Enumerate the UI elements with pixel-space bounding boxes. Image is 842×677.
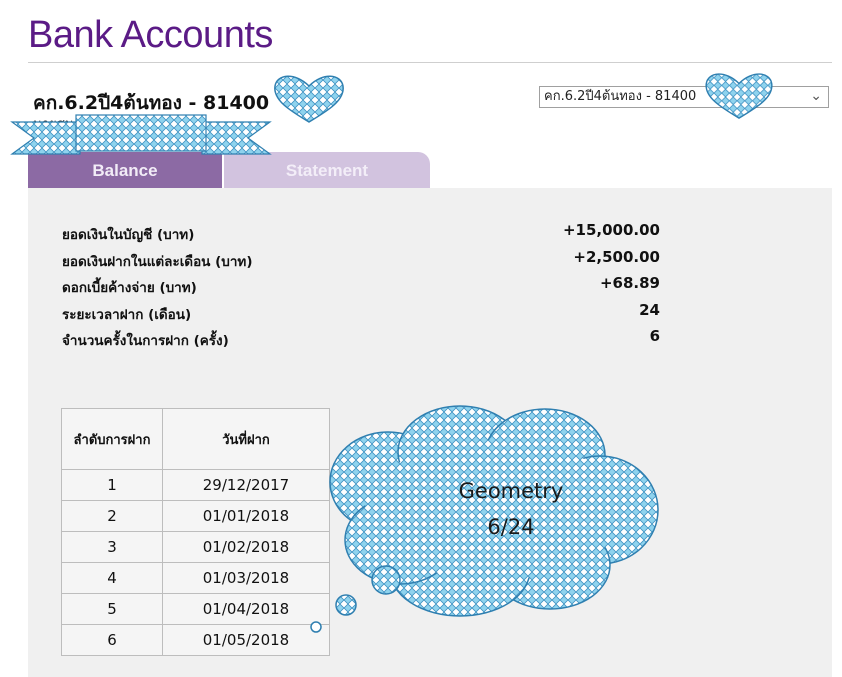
table-row: 5 01/04/2018 <box>61 593 330 625</box>
table-row: 3 01/02/2018 <box>61 531 330 563</box>
deposit-order: 5 <box>61 593 163 625</box>
heart-sticker <box>274 75 344 123</box>
balance-value-monthly: +2,500.00 <box>573 248 660 266</box>
balance-label-account: ยอดเงินในบัญชี (บาท) <box>62 227 195 243</box>
table-row: 2 01/01/2018 <box>61 500 330 532</box>
balance-value-interest: +68.89 <box>599 274 660 292</box>
callout-line-1: Geometry <box>459 479 564 503</box>
page-title: Bank Accounts <box>28 14 273 56</box>
balance-value-count: 6 <box>649 327 660 345</box>
balance-label-monthly: ยอดเงินฝากในแต่ละเดือน (บาท) <box>62 254 253 270</box>
table-row: 4 01/03/2018 <box>61 562 330 594</box>
deposit-order: 3 <box>61 531 163 563</box>
ribbon-sticker <box>10 114 272 155</box>
table-row: 1 29/12/2017 <box>61 469 330 501</box>
deposit-order: 4 <box>61 562 163 594</box>
balance-label-period: ระยะเวลาฝาก (เดือน) <box>62 307 192 323</box>
chevron-down-icon[interactable]: ⌄ <box>810 86 822 106</box>
heart-sticker <box>705 73 773 119</box>
callout-line-2: 6/24 <box>487 515 534 539</box>
balance-label-count: จำนวนครั้งในการฝาก (ครั้ง) <box>62 333 229 349</box>
table-header-row: ลำดับการฝาก วันที่ฝาก <box>61 408 330 470</box>
balance-value-account: +15,000.00 <box>562 221 660 239</box>
balance-value-period: 24 <box>639 301 660 319</box>
account-select[interactable]: คก.6.2ปี4ต้นทอง - 81400 ⌄ <box>539 86 829 108</box>
thought-cloud-callout: Geometry 6/24 <box>310 405 659 633</box>
column-header-order: ลำดับการฝาก <box>61 408 163 470</box>
table-row: 6 01/05/2018 <box>61 624 330 656</box>
deposit-order: 6 <box>61 624 163 656</box>
deposit-table: ลำดับการฝาก วันที่ฝาก 1 29/12/2017 2 01/… <box>61 408 330 656</box>
balance-label-interest: ดอกเบี้ยค้างจ่าย (บาท) <box>62 280 197 296</box>
account-select-value: คก.6.2ปี4ต้นทอง - 81400 <box>544 89 697 104</box>
deposit-order: 2 <box>61 500 163 532</box>
deposit-order: 1 <box>61 469 163 501</box>
title-divider <box>28 62 832 63</box>
